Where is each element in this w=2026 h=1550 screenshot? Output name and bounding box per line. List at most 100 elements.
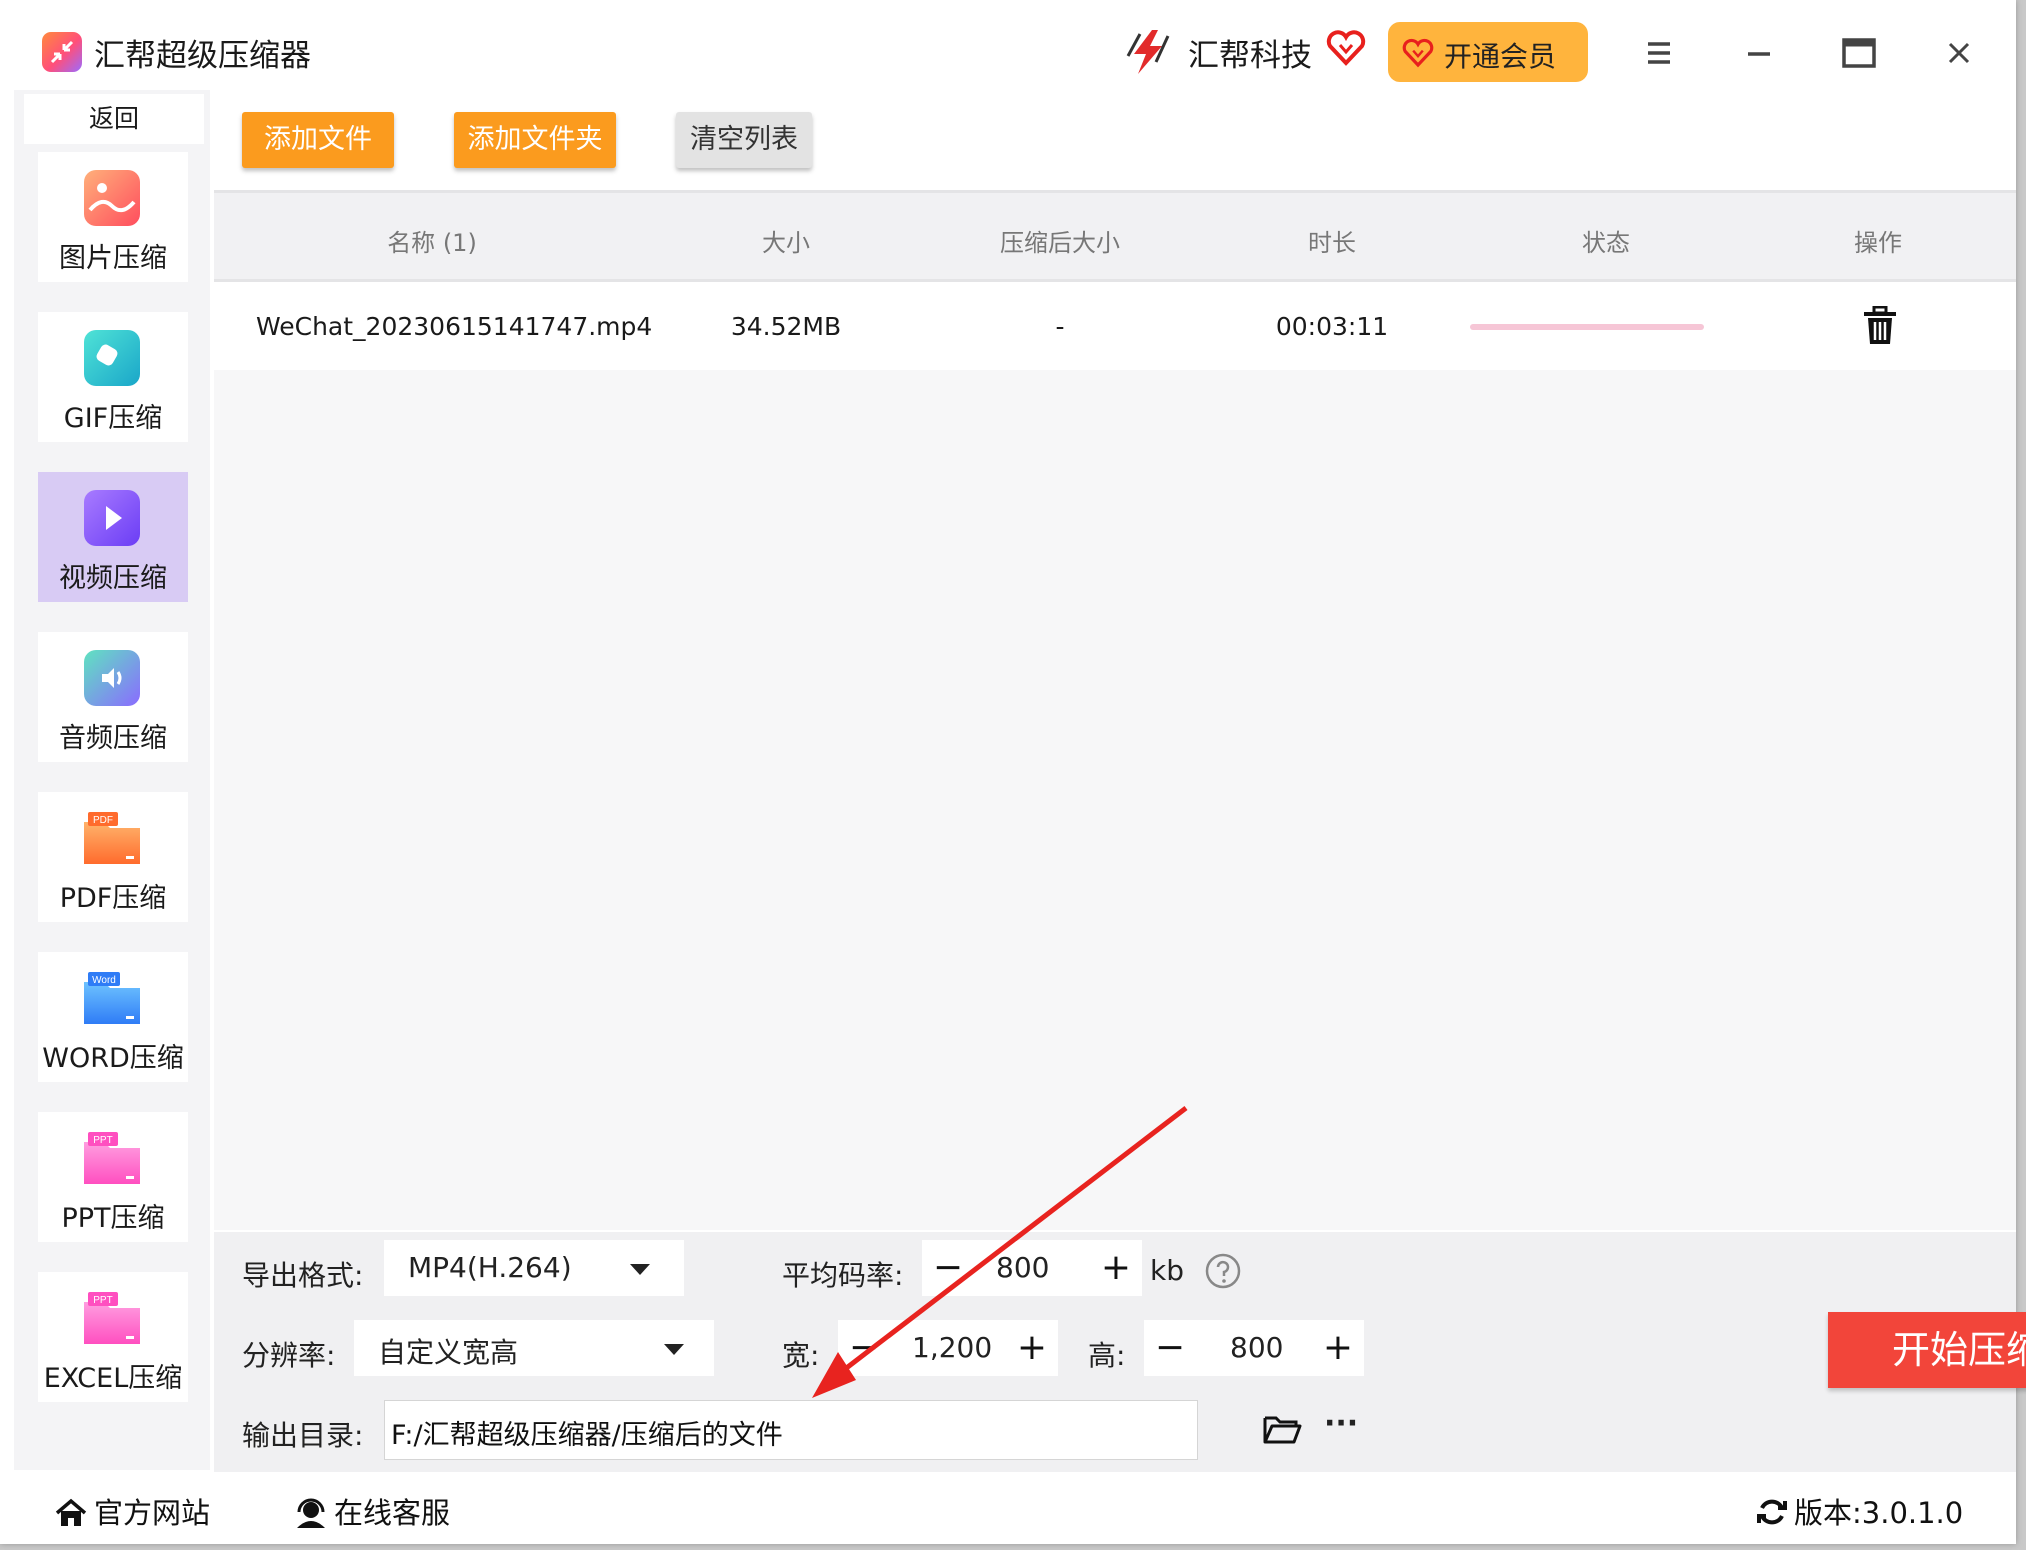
file-name: WeChat_20230615141747.mp4: [256, 312, 653, 341]
sidebar-item-label: GIF压缩: [63, 403, 163, 434]
minus-icon[interactable]: −: [1150, 1324, 1190, 1372]
svg-text:PPT: PPT: [93, 1135, 112, 1146]
open-folder-button[interactable]: [1262, 1410, 1302, 1450]
output-label: 输出目录:: [242, 1419, 364, 1452]
back-button[interactable]: 返回: [24, 94, 204, 144]
audio-icon: [82, 648, 142, 708]
svg-text:PPT: PPT: [93, 1295, 112, 1306]
sidebar-item-audio[interactable]: 音频压缩: [38, 632, 188, 762]
ppt-folder-icon: PPT: [82, 1128, 142, 1188]
title-bar: 汇帮超级压缩器 汇帮科技 开通会员: [0, 0, 2016, 106]
menu-button[interactable]: [1634, 28, 1684, 78]
file-size: 34.52MB: [730, 312, 842, 341]
minimize-button[interactable]: [1734, 28, 1784, 78]
format-select[interactable]: MP4(H.264): [384, 1240, 684, 1296]
svg-text:Word: Word: [92, 975, 116, 986]
sidebar-item-label: 图片压缩: [59, 243, 167, 274]
vip-diamond-icon: [1402, 38, 1434, 75]
sidebar-item-image[interactable]: 图片压缩: [38, 152, 188, 282]
sidebar-item-label: PDF压缩: [59, 883, 167, 914]
start-compress-button[interactable]: 开始压缩: [1828, 1312, 2026, 1388]
sidebar-item-video[interactable]: 视频压缩: [38, 472, 188, 602]
column-duration[interactable]: 时长: [1308, 223, 1356, 258]
sidebar-item-label: PPT压缩: [61, 1203, 165, 1234]
close-button[interactable]: [1934, 28, 1984, 78]
add-folder-button[interactable]: 添加文件夹: [454, 112, 616, 168]
column-action[interactable]: 操作: [1854, 223, 1902, 258]
sidebar-item-gif[interactable]: GIF压缩: [38, 312, 188, 442]
sidebar-item-pdf[interactable]: PDF PDF压缩: [38, 792, 188, 922]
output-path-field[interactable]: F:/汇帮超级压缩器/压缩后的文件: [384, 1400, 1198, 1460]
file-compressed-size: -: [1055, 312, 1065, 341]
refresh-icon: [1757, 1499, 1787, 1525]
bitrate-value[interactable]: 800: [996, 1251, 1049, 1284]
resolution-select[interactable]: 自定义宽高: [354, 1320, 714, 1376]
clear-list-button[interactable]: 清空列表: [676, 112, 812, 168]
chevron-down-icon: [630, 1264, 650, 1275]
column-name[interactable]: 名称 (1): [387, 223, 477, 258]
column-compressed-size[interactable]: 压缩后大小: [1000, 223, 1120, 258]
online-support-label: 在线客服: [334, 1496, 451, 1530]
chevron-down-icon: [664, 1344, 684, 1355]
help-icon[interactable]: [1204, 1252, 1242, 1294]
word-folder-icon: Word: [82, 968, 142, 1028]
height-label: 高:: [1088, 1339, 1126, 1372]
sidebar-item-word[interactable]: Word WORD压缩: [38, 952, 188, 1082]
official-website-link[interactable]: 官方网站: [54, 1490, 210, 1532]
version-info[interactable]: 版本:3.0.1.0: [1756, 1490, 1963, 1532]
app-window: 汇帮超级压缩器 汇帮科技 开通会员 返回 图片压缩 GIF压缩 视频压缩 音频压…: [0, 0, 2026, 1544]
column-size[interactable]: 大小: [762, 223, 810, 258]
file-table: 名称 (1) 大小 压缩后大小 时长 状态 操作 WeChat_20230615…: [214, 190, 2016, 1230]
status-progress-bar: [1470, 324, 1704, 330]
delete-button[interactable]: [1862, 305, 1898, 350]
folder-open-icon: [1263, 1416, 1302, 1444]
video-icon: [82, 488, 142, 548]
column-status[interactable]: 状态: [1582, 223, 1630, 258]
home-icon: [55, 1498, 87, 1526]
svg-text:PDF: PDF: [93, 815, 113, 826]
sidebar-item-label: 视频压缩: [59, 563, 167, 594]
width-stepper[interactable]: − 1,200 +: [838, 1320, 1058, 1376]
plus-icon[interactable]: +: [1318, 1324, 1358, 1372]
table-row[interactable]: WeChat_20230615141747.mp4 34.52MB - 00:0…: [214, 282, 2016, 370]
close-icon: [1948, 42, 1970, 64]
maximize-button[interactable]: [1834, 28, 1884, 78]
width-label: 宽:: [782, 1339, 820, 1372]
footer: 官方网站 在线客服 版本:3.0.1.0: [0, 1472, 2016, 1544]
sidebar-item-label: EXCEL压缩: [43, 1363, 183, 1394]
minus-icon[interactable]: −: [844, 1324, 884, 1372]
bitrate-unit: kb: [1150, 1254, 1184, 1287]
app-logo-icon: [42, 32, 82, 72]
version-label: 版本:3.0.1.0: [1794, 1496, 1964, 1530]
trash-icon: [1864, 305, 1896, 344]
headset-icon: [297, 1498, 325, 1528]
excel-folder-icon: PPT: [82, 1288, 142, 1348]
sidebar-item-excel[interactable]: PPT EXCEL压缩: [38, 1272, 188, 1402]
bitrate-label: 平均码率:: [782, 1259, 904, 1292]
more-button[interactable]: ···: [1324, 1406, 1358, 1441]
hamburger-icon: [1648, 42, 1670, 64]
minus-icon[interactable]: −: [928, 1244, 968, 1292]
file-duration: 00:03:11: [1275, 312, 1389, 341]
sidebar: 返回 图片压缩 GIF压缩 视频压缩 音频压缩 PDF PDF压缩 Word W…: [14, 90, 210, 1470]
height-stepper[interactable]: − 800 +: [1144, 1320, 1364, 1376]
sidebar-item-label: WORD压缩: [42, 1043, 184, 1074]
vip-button[interactable]: 开通会员: [1388, 22, 1588, 82]
gif-icon: [82, 328, 142, 388]
pdf-folder-icon: PDF: [82, 808, 142, 868]
settings-panel: 导出格式: MP4(H.264) 平均码率: − 800 + kb 分辨率: 自…: [214, 1232, 2026, 1472]
width-value[interactable]: 1,200: [912, 1331, 992, 1364]
brand-name: 汇帮科技: [1188, 38, 1312, 74]
official-website-label: 官方网站: [94, 1496, 211, 1530]
sidebar-item-label: 音频压缩: [59, 723, 167, 754]
output-path-value: F:/汇帮超级压缩器/压缩后的文件: [391, 1420, 783, 1451]
brand-logo-icon: [1122, 26, 1178, 82]
add-file-button[interactable]: 添加文件: [242, 112, 394, 168]
height-value[interactable]: 800: [1230, 1331, 1283, 1364]
online-support-link[interactable]: 在线客服: [294, 1490, 450, 1532]
sidebar-item-ppt[interactable]: PPT PPT压缩: [38, 1112, 188, 1242]
plus-icon[interactable]: +: [1012, 1324, 1052, 1372]
plus-icon[interactable]: +: [1096, 1244, 1136, 1292]
bitrate-stepper[interactable]: − 800 +: [922, 1240, 1142, 1296]
resolution-label: 分辨率:: [242, 1339, 336, 1372]
